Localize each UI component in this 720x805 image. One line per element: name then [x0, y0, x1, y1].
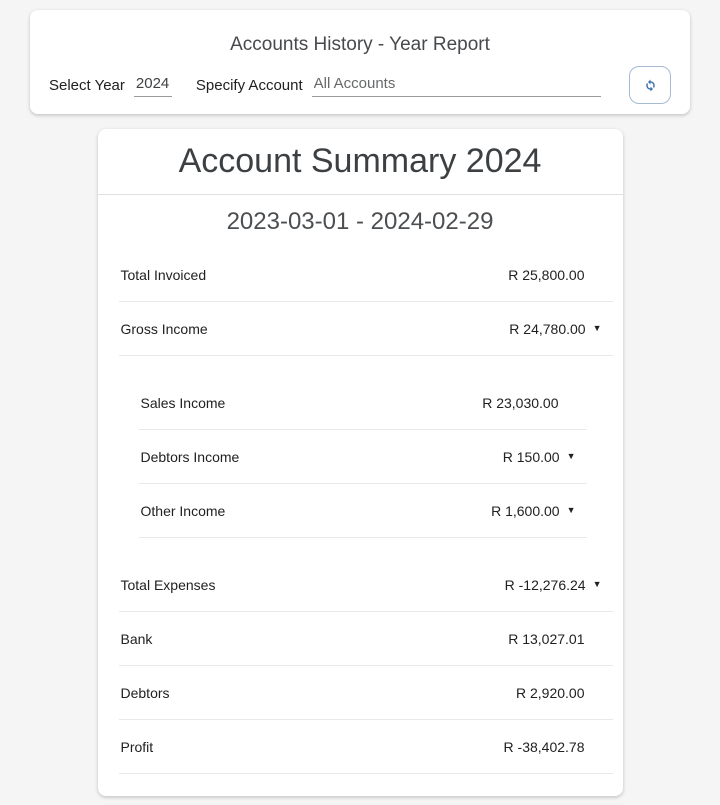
summary-row[interactable]: Gross Income R 24,780.00 ▼	[119, 302, 613, 356]
row-label: Debtors Income	[141, 449, 240, 465]
caret-down-icon[interactable]: ▼	[567, 452, 576, 461]
row-value: R 2,920.00	[516, 685, 585, 701]
date-range: 2023-03-01 - 2024-02-29	[98, 195, 623, 248]
row-label: Bank	[121, 631, 153, 647]
sync-icon	[642, 77, 659, 94]
summary-title: Account Summary 2024	[98, 129, 623, 195]
row-value-group: R 25,800.00	[508, 267, 584, 283]
row-value: R 24,780.00	[509, 321, 585, 337]
row-label: Debtors	[121, 685, 170, 701]
row-value: R 25,800.00	[508, 267, 584, 283]
row-value-group: R -38,402.78	[504, 739, 585, 755]
row-value: R 150.00	[503, 449, 560, 465]
summary-row[interactable]: Total Expenses R -12,276.24 ▼	[119, 558, 613, 612]
summary-row: Sales Income R 23,030.00	[139, 376, 587, 430]
row-label: Gross Income	[121, 321, 208, 337]
summary-row[interactable]: Other Income R 1,600.00 ▼	[139, 484, 587, 538]
row-value-group: R 13,027.01	[508, 631, 584, 647]
row-value: R 23,030.00	[482, 395, 558, 411]
summary-row: Total Invoiced R 25,800.00	[119, 248, 613, 302]
row-label: Sales Income	[141, 395, 226, 411]
summary-row: Profit R -38,402.78	[119, 720, 613, 774]
row-value-group: R -12,276.24 ▼	[505, 577, 585, 593]
row-value: R 13,027.01	[508, 631, 584, 647]
summary-row: Debtors R 2,920.00	[119, 666, 613, 720]
caret-down-icon[interactable]: ▼	[593, 580, 602, 589]
caret-down-icon[interactable]: ▼	[567, 506, 576, 515]
summary-row[interactable]: Debtors Income R 150.00 ▼	[139, 430, 587, 484]
page-title: Accounts History - Year Report	[30, 35, 690, 55]
account-summary-card: Account Summary 2024 2023-03-01 - 2024-0…	[98, 129, 623, 796]
summary-row: Bank R 13,027.01	[119, 612, 613, 666]
caret-down-icon[interactable]: ▼	[593, 324, 602, 333]
row-value-group: R 24,780.00 ▼	[509, 321, 584, 337]
year-input[interactable]	[134, 73, 172, 97]
row-value: R -12,276.24	[505, 577, 586, 593]
row-value-group: R 1,600.00 ▼	[491, 503, 558, 519]
row-label: Total Invoiced	[121, 267, 207, 283]
row-value-group: R 150.00 ▼	[503, 449, 559, 465]
report-filter-card: Accounts History - Year Report Select Ye…	[30, 10, 690, 114]
row-label: Profit	[121, 739, 154, 755]
row-label: Other Income	[141, 503, 226, 519]
row-value-group: R 23,030.00	[482, 395, 558, 411]
select-year-label: Select Year	[49, 77, 125, 94]
row-value: R -38,402.78	[504, 739, 585, 755]
account-input[interactable]	[312, 73, 601, 97]
row-value: R 1,600.00	[491, 503, 560, 519]
summary-rows: Total Invoiced R 25,800.00 Gross Income …	[119, 248, 613, 774]
filter-form-row: Select Year Specify Account	[30, 64, 690, 106]
row-value-group: R 2,920.00	[516, 685, 585, 701]
row-label: Total Expenses	[121, 577, 216, 593]
specify-account-label: Specify Account	[196, 77, 303, 94]
refresh-button[interactable]	[629, 66, 671, 104]
